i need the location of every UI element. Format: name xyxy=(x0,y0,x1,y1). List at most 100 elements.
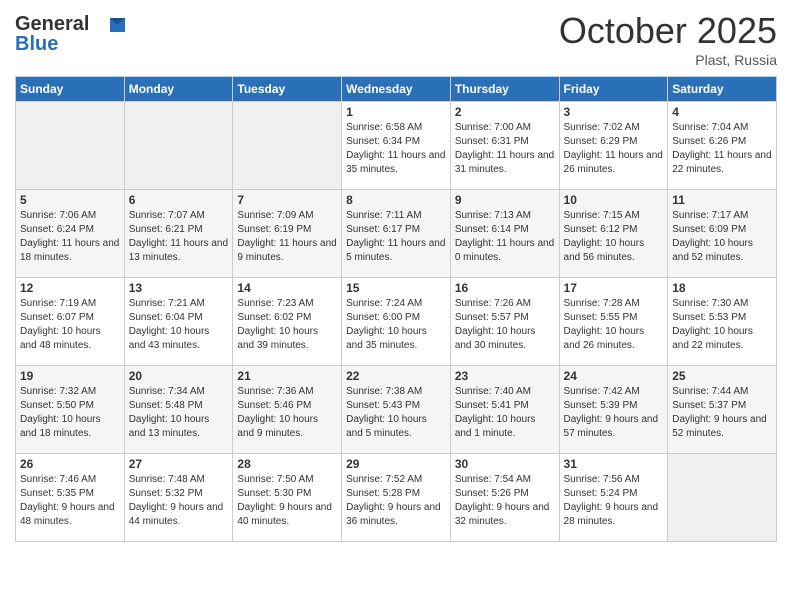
day-number: 25 xyxy=(672,369,772,383)
day-number: 22 xyxy=(346,369,446,383)
day-number: 2 xyxy=(455,105,555,119)
day-number: 6 xyxy=(129,193,229,207)
day-number: 14 xyxy=(237,281,337,295)
calendar-cell: 18 Sunrise: 7:30 AMSunset: 5:53 PMDaylig… xyxy=(668,278,777,366)
day-number: 28 xyxy=(237,457,337,471)
calendar-cell: 9 Sunrise: 7:13 AMSunset: 6:14 PMDayligh… xyxy=(450,190,559,278)
day-number: 15 xyxy=(346,281,446,295)
day-number: 17 xyxy=(564,281,664,295)
calendar-cell xyxy=(668,454,777,542)
day-info: Sunrise: 7:40 AMSunset: 5:41 PMDaylight:… xyxy=(455,385,555,441)
day-number: 12 xyxy=(20,281,120,295)
weekday-header: Sunday xyxy=(16,77,125,102)
calendar-cell: 11 Sunrise: 7:17 AMSunset: 6:09 PMDaylig… xyxy=(668,190,777,278)
calendar-cell: 2 Sunrise: 7:00 AMSunset: 6:31 PMDayligh… xyxy=(450,102,559,190)
day-info: Sunrise: 7:32 AMSunset: 5:50 PMDaylight:… xyxy=(20,385,120,441)
day-info: Sunrise: 7:42 AMSunset: 5:39 PMDaylight:… xyxy=(564,385,664,441)
calendar-cell: 21 Sunrise: 7:36 AMSunset: 5:46 PMDaylig… xyxy=(233,366,342,454)
day-number: 30 xyxy=(455,457,555,471)
day-number: 9 xyxy=(455,193,555,207)
calendar-cell: 27 Sunrise: 7:48 AMSunset: 5:32 PMDaylig… xyxy=(124,454,233,542)
day-info: Sunrise: 7:50 AMSunset: 5:30 PMDaylight:… xyxy=(237,473,337,529)
day-info: Sunrise: 7:19 AMSunset: 6:07 PMDaylight:… xyxy=(20,297,120,353)
calendar-table: SundayMondayTuesdayWednesdayThursdayFrid… xyxy=(15,76,777,542)
calendar-cell: 12 Sunrise: 7:19 AMSunset: 6:07 PMDaylig… xyxy=(16,278,125,366)
day-info: Sunrise: 6:58 AMSunset: 6:34 PMDaylight:… xyxy=(346,121,446,177)
day-info: Sunrise: 7:07 AMSunset: 6:21 PMDaylight:… xyxy=(129,209,229,265)
day-info: Sunrise: 7:28 AMSunset: 5:55 PMDaylight:… xyxy=(564,297,664,353)
day-number: 8 xyxy=(346,193,446,207)
calendar-cell: 30 Sunrise: 7:54 AMSunset: 5:26 PMDaylig… xyxy=(450,454,559,542)
calendar-header: SundayMondayTuesdayWednesdayThursdayFrid… xyxy=(16,77,777,102)
day-info: Sunrise: 7:06 AMSunset: 6:24 PMDaylight:… xyxy=(20,209,120,265)
day-number: 10 xyxy=(564,193,664,207)
svg-text:General: General xyxy=(15,13,89,35)
calendar-cell: 16 Sunrise: 7:26 AMSunset: 5:57 PMDaylig… xyxy=(450,278,559,366)
day-info: Sunrise: 7:54 AMSunset: 5:26 PMDaylight:… xyxy=(455,473,555,529)
day-number: 19 xyxy=(20,369,120,383)
weekday-header: Friday xyxy=(559,77,668,102)
calendar-cell: 1 Sunrise: 6:58 AMSunset: 6:34 PMDayligh… xyxy=(342,102,451,190)
weekday-header: Tuesday xyxy=(233,77,342,102)
day-info: Sunrise: 7:44 AMSunset: 5:37 PMDaylight:… xyxy=(672,385,772,441)
calendar-week-row: 19 Sunrise: 7:32 AMSunset: 5:50 PMDaylig… xyxy=(16,366,777,454)
day-number: 3 xyxy=(564,105,664,119)
calendar-cell: 13 Sunrise: 7:21 AMSunset: 6:04 PMDaylig… xyxy=(124,278,233,366)
day-info: Sunrise: 7:36 AMSunset: 5:46 PMDaylight:… xyxy=(237,385,337,441)
day-number: 31 xyxy=(564,457,664,471)
calendar-cell: 7 Sunrise: 7:09 AMSunset: 6:19 PMDayligh… xyxy=(233,190,342,278)
month-title: October 2025 xyxy=(559,10,777,52)
calendar-cell: 20 Sunrise: 7:34 AMSunset: 5:48 PMDaylig… xyxy=(124,366,233,454)
day-number: 20 xyxy=(129,369,229,383)
day-number: 1 xyxy=(346,105,446,119)
day-number: 4 xyxy=(672,105,772,119)
weekday-header: Thursday xyxy=(450,77,559,102)
calendar-cell: 10 Sunrise: 7:15 AMSunset: 6:12 PMDaylig… xyxy=(559,190,668,278)
location: Plast, Russia xyxy=(559,52,777,68)
day-number: 26 xyxy=(20,457,120,471)
calendar-week-row: 5 Sunrise: 7:06 AMSunset: 6:24 PMDayligh… xyxy=(16,190,777,278)
weekday-header: Saturday xyxy=(668,77,777,102)
calendar-cell: 29 Sunrise: 7:52 AMSunset: 5:28 PMDaylig… xyxy=(342,454,451,542)
day-number: 27 xyxy=(129,457,229,471)
day-info: Sunrise: 7:24 AMSunset: 6:00 PMDaylight:… xyxy=(346,297,446,353)
calendar-cell: 24 Sunrise: 7:42 AMSunset: 5:39 PMDaylig… xyxy=(559,366,668,454)
day-number: 24 xyxy=(564,369,664,383)
calendar-cell: 26 Sunrise: 7:46 AMSunset: 5:35 PMDaylig… xyxy=(16,454,125,542)
day-info: Sunrise: 7:17 AMSunset: 6:09 PMDaylight:… xyxy=(672,209,772,265)
calendar-cell: 3 Sunrise: 7:02 AMSunset: 6:29 PMDayligh… xyxy=(559,102,668,190)
day-info: Sunrise: 7:56 AMSunset: 5:24 PMDaylight:… xyxy=(564,473,664,529)
title-block: October 2025 Plast, Russia xyxy=(559,10,777,68)
calendar-cell: 22 Sunrise: 7:38 AMSunset: 5:43 PMDaylig… xyxy=(342,366,451,454)
day-info: Sunrise: 7:23 AMSunset: 6:02 PMDaylight:… xyxy=(237,297,337,353)
day-info: Sunrise: 7:11 AMSunset: 6:17 PMDaylight:… xyxy=(346,209,446,265)
calendar-cell: 15 Sunrise: 7:24 AMSunset: 6:00 PMDaylig… xyxy=(342,278,451,366)
day-number: 16 xyxy=(455,281,555,295)
day-number: 7 xyxy=(237,193,337,207)
day-info: Sunrise: 7:15 AMSunset: 6:12 PMDaylight:… xyxy=(564,209,664,265)
day-info: Sunrise: 7:52 AMSunset: 5:28 PMDaylight:… xyxy=(346,473,446,529)
calendar-container: General Blue October 2025 Plast, Russia … xyxy=(0,0,792,552)
logo-text: General Blue xyxy=(15,10,125,60)
calendar-cell: 17 Sunrise: 7:28 AMSunset: 5:55 PMDaylig… xyxy=(559,278,668,366)
calendar-week-row: 12 Sunrise: 7:19 AMSunset: 6:07 PMDaylig… xyxy=(16,278,777,366)
day-number: 5 xyxy=(20,193,120,207)
svg-text:Blue: Blue xyxy=(15,33,58,55)
calendar-week-row: 26 Sunrise: 7:46 AMSunset: 5:35 PMDaylig… xyxy=(16,454,777,542)
calendar-week-row: 1 Sunrise: 6:58 AMSunset: 6:34 PMDayligh… xyxy=(16,102,777,190)
day-number: 23 xyxy=(455,369,555,383)
calendar-cell: 25 Sunrise: 7:44 AMSunset: 5:37 PMDaylig… xyxy=(668,366,777,454)
day-info: Sunrise: 7:02 AMSunset: 6:29 PMDaylight:… xyxy=(564,121,664,177)
day-number: 13 xyxy=(129,281,229,295)
day-info: Sunrise: 7:26 AMSunset: 5:57 PMDaylight:… xyxy=(455,297,555,353)
calendar-body: 1 Sunrise: 6:58 AMSunset: 6:34 PMDayligh… xyxy=(16,102,777,542)
calendar-cell xyxy=(16,102,125,190)
day-number: 11 xyxy=(672,193,772,207)
calendar-cell: 23 Sunrise: 7:40 AMSunset: 5:41 PMDaylig… xyxy=(450,366,559,454)
day-number: 21 xyxy=(237,369,337,383)
day-info: Sunrise: 7:34 AMSunset: 5:48 PMDaylight:… xyxy=(129,385,229,441)
calendar-cell: 19 Sunrise: 7:32 AMSunset: 5:50 PMDaylig… xyxy=(16,366,125,454)
day-info: Sunrise: 7:13 AMSunset: 6:14 PMDaylight:… xyxy=(455,209,555,265)
calendar-cell: 28 Sunrise: 7:50 AMSunset: 5:30 PMDaylig… xyxy=(233,454,342,542)
calendar-cell xyxy=(124,102,233,190)
